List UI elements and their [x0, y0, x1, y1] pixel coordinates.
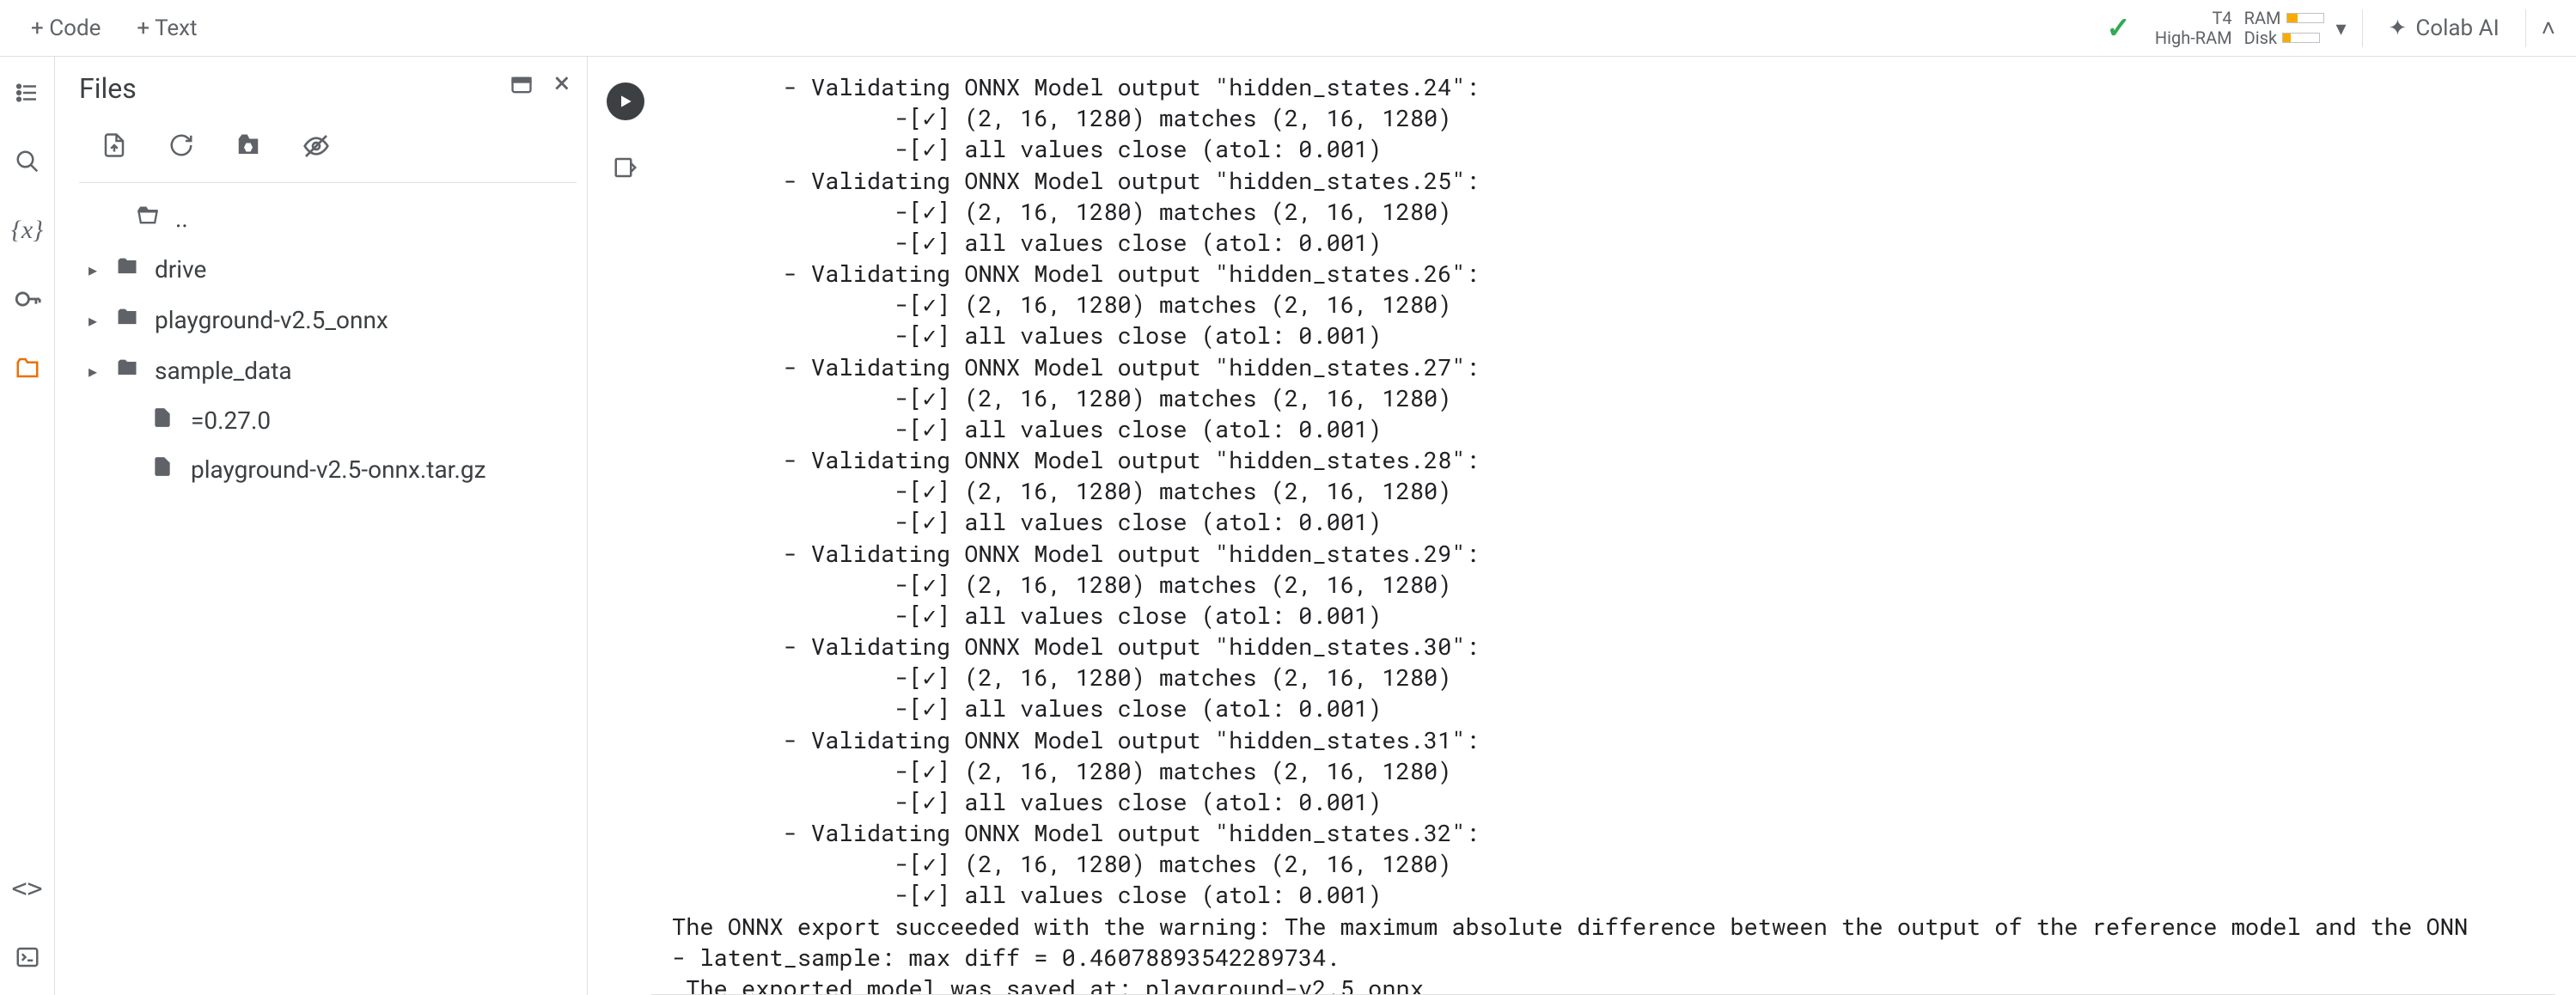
collapse-header-icon[interactable]: ˄ [2542, 14, 2555, 42]
sparkle-icon: ✦ [2389, 15, 2408, 41]
runtime-ram-mode: High-RAM [2155, 28, 2232, 48]
tree-row[interactable]: playground-v2.5-onnx.tar.gz [79, 445, 577, 494]
secrets-icon[interactable] [10, 282, 45, 316]
close-panel-icon[interactable]: × [554, 73, 570, 104]
mount-drive-icon[interactable] [235, 132, 261, 167]
add-code-button[interactable]: + Code [21, 9, 111, 48]
disk-label: Disk [2244, 28, 2277, 48]
folder-icon [115, 254, 143, 284]
folder-icon [115, 356, 143, 386]
tree-row[interactable]: ▸ drive [79, 244, 577, 295]
files-panel: Files × ..▸drive▸playground-v2.5_onn [55, 57, 588, 995]
refresh-icon[interactable] [168, 132, 194, 167]
toc-icon[interactable] [10, 76, 45, 110]
runtime-status[interactable]: T4 High-RAM RAM Disk ▾ [2155, 9, 2347, 48]
file-icon [151, 455, 179, 484]
runtime-dropdown-icon[interactable]: ▾ [2336, 16, 2347, 40]
cell-gutter [600, 57, 651, 995]
chevron-right-icon[interactable]: ▸ [82, 361, 103, 382]
colab-ai-button[interactable]: ✦ Colab AI [2378, 9, 2510, 48]
notebook-toolbar: + Code + Text ✓ T4 High-RAM RAM Disk ▾ ✦… [0, 0, 2576, 57]
notebook-area: - Validating ONNX Model output "hidden_s… [588, 57, 2576, 995]
tree-item-label: playground-v2.5-onnx.tar.gz [191, 455, 485, 484]
activity-rail: {x} <> [0, 57, 55, 995]
tree-item-label: =0.27.0 [191, 406, 271, 435]
search-icon[interactable] [10, 144, 45, 179]
folder-icon [115, 305, 143, 335]
add-text-button[interactable]: + Text [126, 9, 207, 48]
code-snippets-icon[interactable]: <> [10, 871, 45, 906]
folder-icon [136, 204, 163, 234]
divider [2525, 9, 2526, 47]
tree-item-label: sample_data [155, 357, 292, 385]
tree-row[interactable]: =0.27.0 [79, 396, 577, 445]
colab-ai-label: Colab AI [2415, 15, 2499, 41]
divider [2362, 9, 2363, 47]
file-icon [151, 406, 179, 435]
cell-output[interactable]: - Validating ONNX Model output "hidden_s… [651, 57, 2555, 995]
tree-row[interactable]: ▸ sample_data [79, 345, 577, 396]
clear-output-icon[interactable] [609, 151, 642, 184]
terminal-icon[interactable] [10, 940, 45, 974]
ram-meter [2286, 13, 2324, 23]
variables-icon[interactable]: {x} [10, 213, 45, 247]
files-icon[interactable] [10, 351, 45, 385]
tree-item-label: playground-v2.5_onnx [155, 306, 388, 334]
chevron-right-icon[interactable]: ▸ [82, 310, 103, 331]
new-window-icon[interactable] [510, 73, 534, 104]
connected-check-icon: ✓ [2106, 11, 2131, 46]
tree-row[interactable]: ▸ playground-v2.5_onnx [79, 295, 577, 345]
files-panel-title: Files [79, 72, 137, 105]
files-toolbar [79, 129, 577, 183]
file-tree: .. ▸ drive ▸ playground-v2.5_onnx ▸ sample_dat… [79, 193, 577, 494]
upload-file-icon[interactable] [101, 132, 127, 167]
disk-meter [2282, 33, 2320, 43]
hide-hidden-icon[interactable] [302, 132, 330, 167]
tree-item-label: .. [175, 204, 188, 233]
runtime-hardware: T4 [2212, 9, 2231, 28]
chevron-right-icon[interactable]: ▸ [82, 259, 103, 280]
ram-label: RAM [2244, 9, 2281, 28]
tree-row[interactable]: .. [79, 193, 577, 244]
run-cell-button[interactable] [607, 82, 644, 120]
tree-item-label: drive [155, 255, 206, 284]
